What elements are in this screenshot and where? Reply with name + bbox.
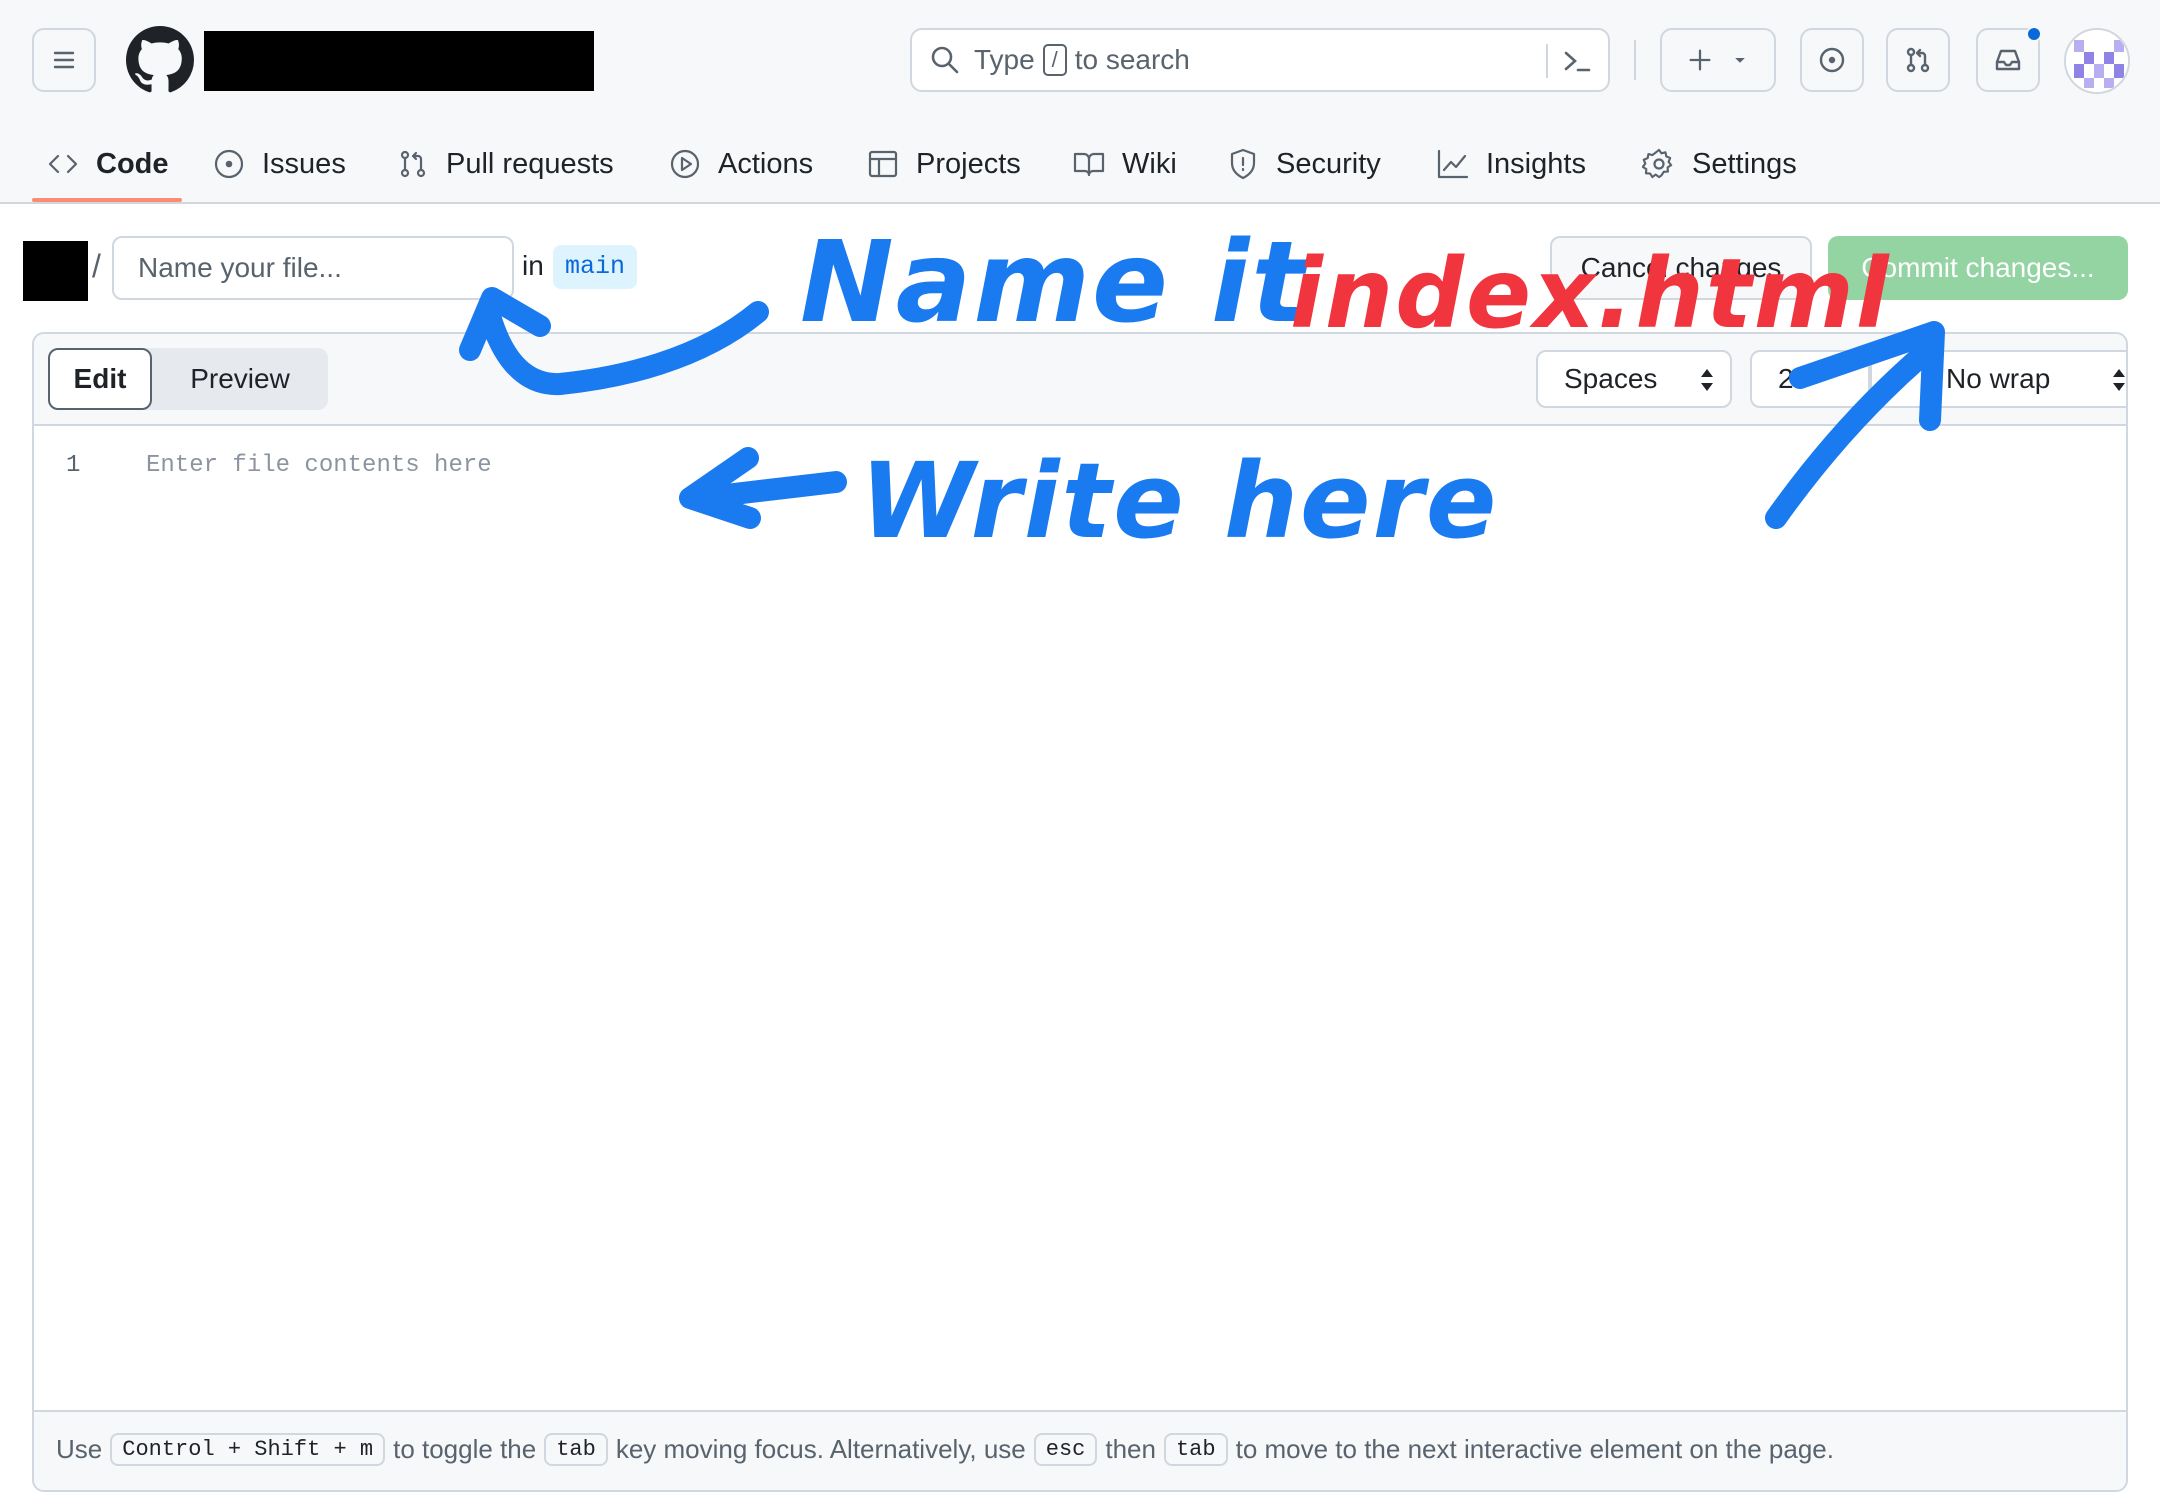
gear-icon [1642, 147, 1676, 181]
git-pull-request-icon [396, 147, 430, 181]
repository-nav: Code Issues Pull requests Actions Projec… [0, 124, 2160, 204]
tab-issues[interactable]: Issues [212, 124, 346, 204]
book-icon [1072, 147, 1106, 181]
tab-wiki[interactable]: Wiki [1072, 124, 1177, 204]
tab-code-label: Code [96, 147, 169, 180]
plus-icon [1689, 49, 1711, 71]
editor-footer-hint: Use Control + Shift + m to toggle the ta… [34, 1410, 2126, 1490]
select-caret-icon [2110, 366, 2126, 394]
code-icon [46, 147, 80, 181]
tab-security-label: Security [1276, 147, 1381, 180]
footer-kbd-esc: esc [1033, 1433, 1098, 1466]
tab-pull-requests[interactable]: Pull requests [396, 124, 614, 204]
notification-indicator [2026, 26, 2042, 42]
selected-tab-underline [32, 198, 182, 202]
wrap-mode-select[interactable]: No wrap [1870, 350, 2126, 408]
issue-opened-icon [1819, 47, 1845, 73]
shield-icon [1226, 147, 1260, 181]
header-separator [1634, 40, 1636, 80]
filename-input[interactable] [112, 236, 514, 300]
search-suffix: to search [1074, 44, 1190, 75]
footer-text-5: to move to the next interactive element … [1235, 1434, 1834, 1464]
inbox-icon [1995, 49, 2021, 71]
table-icon [866, 147, 900, 181]
command-palette-icon[interactable] [1560, 44, 1594, 78]
indent-size-select[interactable]: 2 [1750, 350, 1870, 408]
search-box[interactable]: Type / to search [910, 28, 1610, 92]
redacted-repo-name [204, 31, 594, 91]
identicon-avatar-icon [2066, 30, 2128, 92]
search-icon [928, 43, 962, 77]
edit-preview-toggle: Edit Preview [48, 348, 328, 410]
create-new-button[interactable] [1660, 28, 1776, 92]
triangle-down-icon [1735, 57, 1745, 63]
menu-button[interactable] [32, 28, 96, 92]
tab-edit[interactable]: Edit [48, 348, 152, 410]
code-editor-area[interactable]: Enter file contents here [146, 452, 492, 479]
footer-text-4: then [1105, 1434, 1156, 1464]
avatar[interactable] [2064, 28, 2130, 94]
tab-actions-label: Actions [718, 147, 814, 180]
footer-text-3: key moving focus. Alternatively, use [615, 1434, 1026, 1464]
tab-settings[interactable]: Settings [1642, 124, 1797, 204]
in-label: in [522, 250, 544, 281]
search-shortcut-key: / [1042, 44, 1067, 76]
play-icon [668, 147, 702, 181]
tab-insights-label: Insights [1486, 147, 1586, 180]
line-number: 1 [66, 452, 81, 479]
footer-text-1: Use [56, 1434, 103, 1464]
your-issues-button[interactable] [1800, 28, 1864, 92]
github-logo-icon[interactable] [126, 26, 194, 94]
graph-icon [1436, 147, 1470, 181]
footer-text-2: to toggle the [393, 1434, 537, 1464]
tab-pull-requests-label: Pull requests [446, 147, 614, 180]
global-header: Type / to search Code Issues Pull reques… [0, 0, 2160, 204]
search-prefix: Type [974, 44, 1035, 75]
branch-name[interactable]: main [553, 245, 638, 289]
indent-mode-value: Spaces [1564, 363, 1658, 394]
redacted-repo-owner [23, 241, 88, 301]
annotation-write-here: Write here [860, 440, 1499, 562]
select-caret-icon [1698, 366, 1716, 394]
path-separator: / [92, 248, 101, 284]
tab-preview[interactable]: Preview [152, 348, 328, 410]
indent-mode-select[interactable]: Spaces [1536, 350, 1732, 408]
footer-kbd-tab: tab [544, 1433, 608, 1466]
wrap-mode-value: No wrap [1946, 363, 2051, 394]
tab-security[interactable]: Security [1226, 124, 1381, 204]
footer-kbd-tab-2: tab [1163, 1433, 1228, 1466]
your-pull-requests-button[interactable] [1886, 28, 1950, 92]
tab-settings-label: Settings [1692, 147, 1797, 180]
footer-kbd-toggle: Control + Shift + m [110, 1433, 386, 1466]
tab-code[interactable]: Code [46, 124, 169, 204]
hamburger-icon [53, 51, 75, 69]
indent-size-value: 2 [1778, 363, 1794, 394]
tab-issues-label: Issues [262, 147, 346, 180]
issue-opened-icon [212, 147, 246, 181]
annotation-filename: index.html [1290, 238, 1891, 350]
search-divider [1546, 44, 1548, 78]
git-pull-request-icon [1906, 47, 1930, 73]
tab-insights[interactable]: Insights [1436, 124, 1586, 204]
tab-projects[interactable]: Projects [866, 124, 1021, 204]
tab-wiki-label: Wiki [1122, 147, 1177, 180]
tab-projects-label: Projects [916, 147, 1021, 180]
tab-actions[interactable]: Actions [668, 124, 813, 204]
annotation-name-it: Name it [800, 218, 1307, 348]
